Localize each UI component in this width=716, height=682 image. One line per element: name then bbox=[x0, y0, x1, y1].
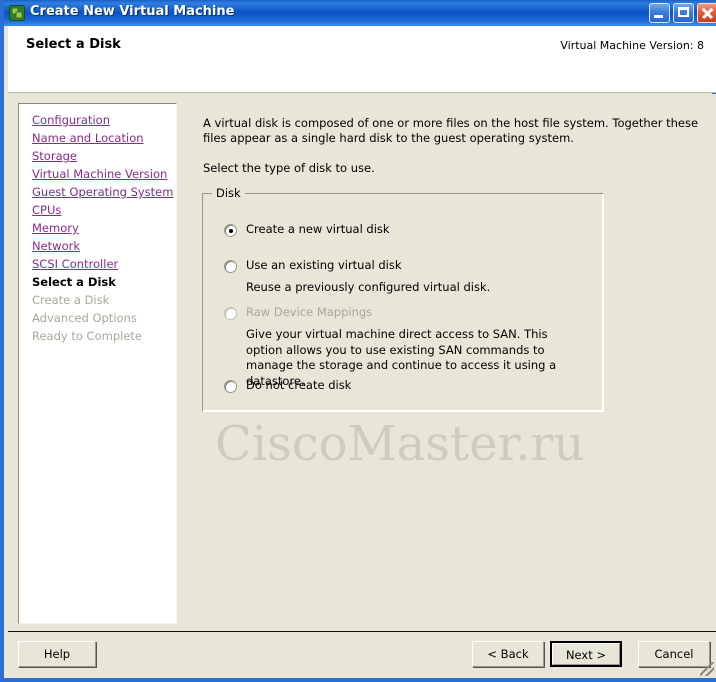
disk-group-box: Disk Create a new virtual disk Use an ex… bbox=[202, 186, 604, 412]
help-button[interactable]: Help bbox=[18, 641, 96, 667]
wizard-footer: Help < Back Next > Cancel bbox=[8, 631, 716, 678]
sidebar-item-memory[interactable]: Memory bbox=[32, 220, 79, 236]
radio-icon-selected[interactable] bbox=[224, 224, 237, 237]
sidebar-item-ready-to-complete: Ready to Complete bbox=[32, 329, 142, 343]
close-button[interactable] bbox=[697, 3, 716, 23]
group-box-legend: Disk bbox=[212, 186, 245, 200]
sidebar-item-configuration[interactable]: Configuration bbox=[32, 112, 110, 128]
instruction-text: Select the type of disk to use. bbox=[203, 161, 375, 175]
wizard-content: A virtual disk is composed of one or mor… bbox=[187, 103, 707, 624]
create-new-virtual-machine-window: Create New Virtual Machine Select a Disk… bbox=[0, 0, 716, 682]
sidebar-item-storage[interactable]: Storage bbox=[32, 148, 77, 164]
sidebar-item-select-a-disk: Select a Disk bbox=[32, 275, 116, 289]
radio-description-use-existing-virtual-disk: Reuse a previously configured virtual di… bbox=[246, 280, 491, 294]
sidebar-item-guest-operating-system[interactable]: Guest Operating System bbox=[32, 184, 173, 200]
maximize-icon bbox=[678, 7, 689, 17]
radio-icon-unselected-2[interactable] bbox=[224, 380, 237, 393]
maximize-button[interactable] bbox=[673, 3, 694, 23]
cancel-button[interactable]: Cancel bbox=[638, 641, 710, 667]
sidebar-item-cpus[interactable]: CPUs bbox=[32, 202, 61, 218]
radio-icon-unselected[interactable] bbox=[224, 260, 237, 273]
window-title: Create New Virtual Machine bbox=[30, 4, 235, 19]
sidebar-item-network[interactable]: Network bbox=[32, 238, 80, 254]
title-bar[interactable]: Create New Virtual Machine bbox=[4, 0, 716, 26]
radio-dot bbox=[228, 228, 233, 233]
radio-icon-disabled bbox=[224, 307, 237, 320]
sidebar-item-name-and-location[interactable]: Name and Location bbox=[32, 130, 144, 146]
next-button[interactable]: Next > bbox=[550, 641, 622, 667]
sidebar-item-virtual-machine-version[interactable]: Virtual Machine Version bbox=[32, 166, 167, 182]
radio-label-raw-device-mappings: Raw Device Mappings bbox=[246, 305, 373, 319]
back-button[interactable]: < Back bbox=[472, 641, 544, 667]
sidebar-item-create-a-disk: Create a Disk bbox=[32, 293, 110, 307]
sidebar-item-advanced-options: Advanced Options bbox=[32, 311, 137, 325]
minimize-button[interactable] bbox=[649, 3, 670, 23]
minimize-icon bbox=[654, 15, 663, 18]
wizard-step-list: Configuration Name and Location Storage … bbox=[18, 103, 177, 624]
vm-icon bbox=[9, 5, 25, 21]
page-title: Select a Disk bbox=[26, 37, 121, 52]
radio-label-create-new-virtual-disk: Create a new virtual disk bbox=[246, 222, 390, 236]
wizard-header: Select a Disk Virtual Machine Version: 8 bbox=[8, 26, 716, 93]
intro-text: A virtual disk is composed of one or mor… bbox=[203, 116, 699, 145]
sidebar-item-scsi-controller[interactable]: SCSI Controller bbox=[32, 256, 118, 272]
vm-version-label: Virtual Machine Version: 8 bbox=[560, 39, 704, 52]
wizard-body: Configuration Name and Location Storage … bbox=[8, 94, 716, 631]
radio-label-do-not-create-disk: Do not create disk bbox=[246, 378, 352, 392]
radio-label-use-existing-virtual-disk: Use an existing virtual disk bbox=[246, 258, 402, 272]
next-button-label: Next > bbox=[552, 643, 620, 665]
